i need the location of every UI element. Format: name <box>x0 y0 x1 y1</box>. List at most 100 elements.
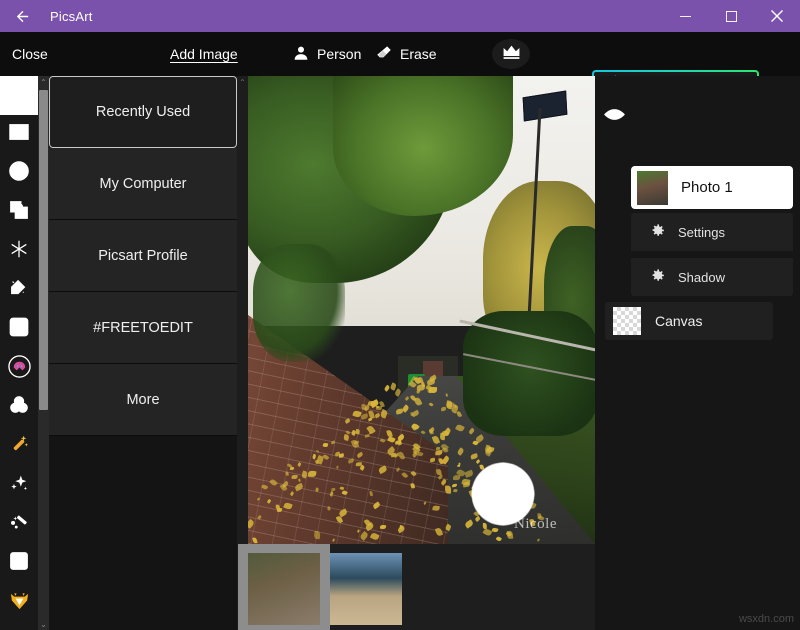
rail-item-adjust-contrast[interactable] <box>0 544 38 583</box>
layer-thumbnail <box>637 170 668 205</box>
panel-item-label: My Computer <box>99 175 187 192</box>
panel-item-recently-used[interactable]: Recently Used <box>49 76 237 148</box>
leaf <box>292 474 298 479</box>
layer-shadow-label: Shadow <box>678 269 725 285</box>
photos-icon <box>8 83 30 108</box>
leaf <box>298 478 301 482</box>
panel-scroll-up-icon[interactable]: ⌃ <box>237 76 248 88</box>
picsart-window: PicsArt Close Add Image Person Erase ⌃ ⌄… <box>0 0 800 630</box>
canvas-photo[interactable]: 360° Nicole <box>248 76 595 544</box>
person-label: Person <box>317 46 362 62</box>
watermark-360-label: 360° <box>486 484 509 498</box>
color-blend-icon <box>8 394 30 421</box>
leaf <box>445 393 448 397</box>
add-image-tab[interactable]: Add Image <box>170 32 238 76</box>
panel-item-label: More <box>126 391 160 408</box>
rail-item-magic-wand[interactable] <box>0 427 38 466</box>
canvas-color-swatch[interactable] <box>613 307 641 335</box>
eye-icon[interactable] <box>603 104 625 124</box>
eraser-icon <box>375 44 393 65</box>
adjust-contrast-icon <box>8 550 30 577</box>
layer-settings-button[interactable]: Settings <box>631 213 793 251</box>
leaf <box>429 386 438 393</box>
filmstrip[interactable] <box>238 544 595 630</box>
close-editor-button[interactable]: Close <box>12 32 48 76</box>
beautify-pencil-icon <box>8 511 30 538</box>
layer-label: Photo 1 <box>681 179 733 196</box>
rail-item-mask-frame[interactable] <box>0 310 38 349</box>
rail-item-fox-sticker[interactable] <box>0 583 38 622</box>
canvas-workspace[interactable]: 360° Nicole <box>238 76 595 630</box>
leaf <box>435 446 440 450</box>
draw-brush-icon <box>8 277 30 304</box>
photo-hedge <box>463 311 595 436</box>
panel-item-more[interactable]: More <box>49 364 237 436</box>
panel-item-my-computer[interactable]: My Computer <box>49 148 237 220</box>
rail-item-text[interactable] <box>0 115 38 154</box>
rail-scrollbar[interactable]: ⌃ ⌄ <box>38 76 49 630</box>
text-icon <box>8 122 30 147</box>
gear-icon <box>649 222 666 242</box>
rail-scroll-thumb[interactable] <box>39 90 48 410</box>
editor-toolbar: Close Add Image Person Erase <box>0 32 800 101</box>
layer-canvas-button[interactable]: Canvas <box>605 302 773 340</box>
layer-shadow-button[interactable]: Shadow <box>631 258 793 296</box>
sticker-icon <box>8 160 30 187</box>
rail-item-sticker[interactable] <box>0 154 38 193</box>
rail-item-photos[interactable] <box>0 76 38 115</box>
layer-item-photo-1[interactable]: Photo 1 <box>631 166 793 209</box>
avatar-badge-icon <box>7 354 31 383</box>
effects-sparkle-icon <box>8 472 30 499</box>
erase-button[interactable]: Erase <box>375 32 437 76</box>
minimize-button[interactable] <box>662 0 708 32</box>
rail-item-beautify-pencil[interactable] <box>0 505 38 544</box>
back-arrow-icon[interactable] <box>0 0 44 32</box>
thumbnail-garden-path[interactable] <box>248 553 320 625</box>
maximize-button[interactable] <box>708 0 754 32</box>
rail-item-cloud[interactable] <box>0 622 38 630</box>
panel-item-freetoedit[interactable]: #FREETOEDIT <box>49 292 237 364</box>
tool-rail <box>0 76 38 630</box>
crown-icon <box>502 44 521 65</box>
leaf <box>285 471 289 476</box>
panel-item-label: Picsart Profile <box>98 247 188 264</box>
filmstrip-scrollbar[interactable] <box>248 623 595 630</box>
person-button[interactable]: Person <box>292 32 361 76</box>
site-watermark: wsxdn.com <box>738 613 794 625</box>
magic-wand-icon <box>8 433 30 460</box>
leaf <box>446 400 455 408</box>
rail-item-avatar-badge[interactable] <box>0 349 38 388</box>
layer-canvas-label: Canvas <box>655 313 703 329</box>
panel-item-label: Recently Used <box>95 104 191 120</box>
thumbnail-wooden-pier[interactable] <box>330 553 402 625</box>
panel-item-picsart-profile[interactable]: Picsart Profile <box>49 220 237 292</box>
close-button[interactable] <box>754 0 800 32</box>
photo-ivy <box>253 244 345 362</box>
rail-item-cutout[interactable] <box>0 193 38 232</box>
leaf <box>355 461 362 466</box>
magic-sparkle-icon <box>8 238 30 265</box>
layer-settings-label: Settings <box>678 224 725 240</box>
cutout-icon <box>8 199 30 226</box>
image-source-panel: Recently Used My Computer Picsart Profil… <box>49 76 237 630</box>
premium-crown-button[interactable] <box>492 39 530 69</box>
leaf <box>445 485 451 494</box>
rail-item-magic-sparkle[interactable] <box>0 232 38 271</box>
app-title: PicsArt <box>50 8 93 24</box>
leaf <box>330 487 336 491</box>
layers-panel: Photo 1 Settings Shadow Canvas <box>595 76 800 630</box>
rail-scroll-up-icon[interactable]: ⌃ <box>38 76 49 88</box>
leaf <box>362 404 367 411</box>
rail-item-effects-sparkle[interactable] <box>0 466 38 505</box>
leaf <box>313 530 321 540</box>
fox-sticker-icon <box>8 590 31 616</box>
rail-item-draw-brush[interactable] <box>0 271 38 310</box>
person-icon <box>292 44 310 65</box>
panel-item-label: #FREETOEDIT <box>93 319 193 336</box>
rail-scroll-down-icon[interactable]: ⌄ <box>38 618 49 630</box>
gear-icon <box>649 267 666 287</box>
leaf <box>429 428 434 435</box>
panel-empty-area <box>49 436 237 630</box>
rail-item-color-blend[interactable] <box>0 388 38 427</box>
watermark-name-label: Nicole <box>514 516 557 532</box>
